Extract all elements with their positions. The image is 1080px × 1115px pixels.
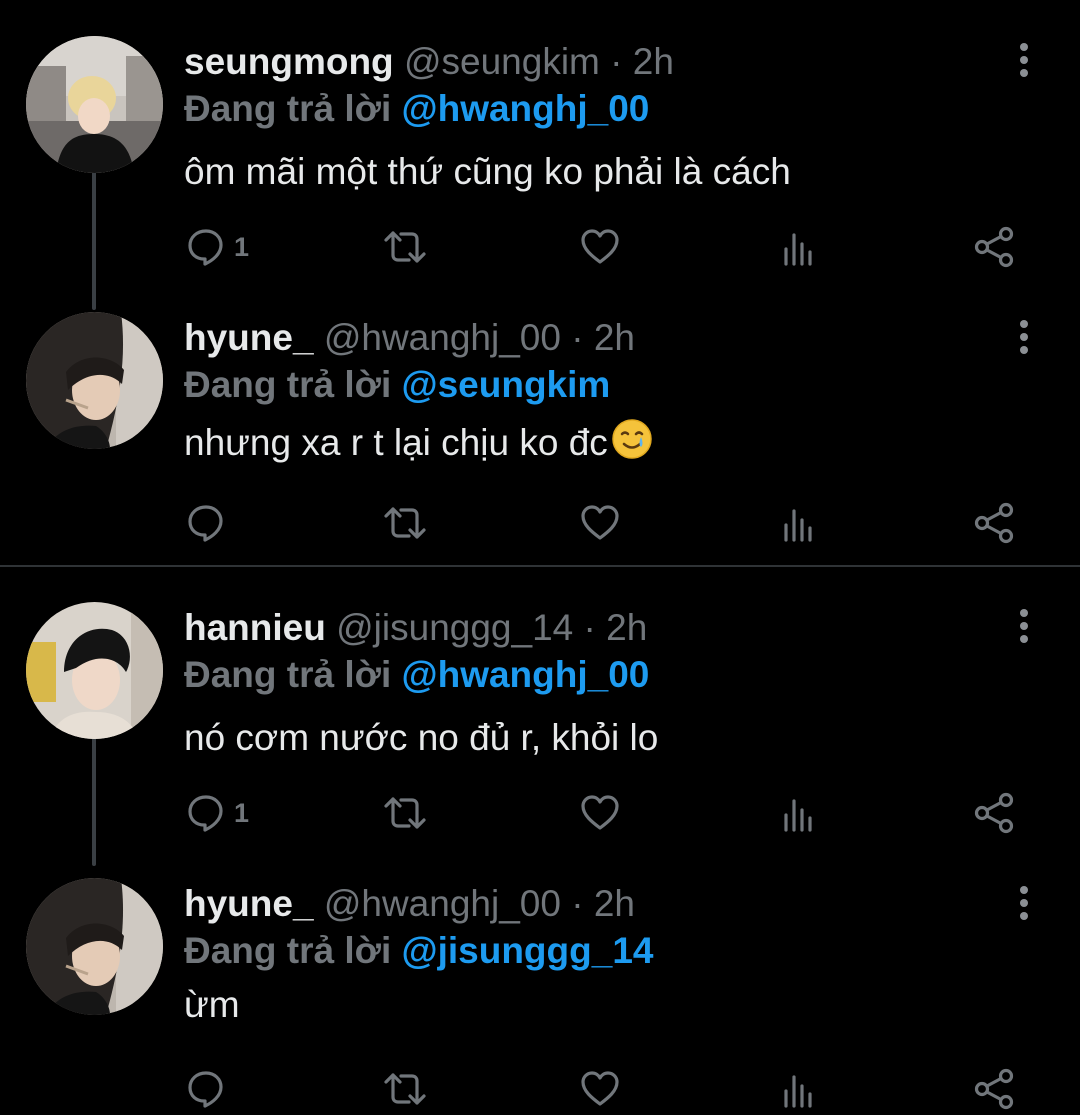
more-vertical-icon <box>1004 40 1044 80</box>
replying-to-label: Đang trả lời <box>184 930 392 971</box>
tweet-text: ôm mãi một thứ cũng ko phải là cách <box>184 151 791 192</box>
retweet-icon <box>382 503 428 543</box>
avatar[interactable] <box>26 602 163 739</box>
like-button[interactable] <box>580 1064 620 1114</box>
handle-and-time: @hwanghj_00 · 2h <box>323 883 635 924</box>
share-button[interactable] <box>972 1064 1016 1114</box>
reply-icon <box>186 1069 226 1109</box>
reply-icon <box>186 227 226 267</box>
more-options-button[interactable] <box>1004 606 1044 646</box>
share-icon <box>972 501 1016 545</box>
tweet-text: nhưng xa r t lại chịu ko đc <box>184 422 608 463</box>
like-icon <box>580 227 620 267</box>
replying-to-label: Đang trả lời <box>184 654 392 695</box>
views-icon <box>778 793 818 833</box>
tweet-actions: 1 <box>0 222 1080 272</box>
handle-and-time: @seungkim · 2h <box>403 41 674 82</box>
retweet-button[interactable] <box>382 1064 428 1114</box>
views-button[interactable] <box>778 498 818 548</box>
reply-mention-link[interactable]: @seungkim <box>402 364 611 405</box>
share-icon <box>972 1067 1016 1111</box>
tweet-actions <box>0 498 1080 548</box>
more-options-button[interactable] <box>1004 317 1044 357</box>
handle-and-time: @jisunggg_14 · 2h <box>336 607 648 648</box>
avatar[interactable] <box>26 878 163 1015</box>
views-icon <box>778 503 818 543</box>
views-button[interactable] <box>778 788 818 838</box>
reply-button[interactable] <box>186 498 234 548</box>
more-options-button[interactable] <box>1004 40 1044 80</box>
tweet[interactable]: seungmong @seungkim · 2h Đang trả lời @h… <box>0 0 1080 290</box>
reply-count: 1 <box>234 231 250 262</box>
display-name[interactable]: hyune_ <box>184 317 314 358</box>
reply-button[interactable] <box>186 1064 234 1114</box>
reply-button[interactable]: 1 <box>186 788 249 838</box>
like-icon <box>580 503 620 543</box>
like-button[interactable] <box>580 498 620 548</box>
like-button[interactable] <box>580 222 620 272</box>
like-icon <box>580 1069 620 1109</box>
display-name[interactable]: hyune_ <box>184 883 314 924</box>
avatar[interactable] <box>26 36 163 173</box>
reply-count: 1 <box>234 797 250 828</box>
share-icon <box>972 791 1016 835</box>
tweet-header: hyune_ @hwanghj_00 · 2h <box>184 316 635 360</box>
reply-mention-link[interactable]: @hwanghj_00 <box>402 88 650 129</box>
reply-icon <box>186 793 226 833</box>
tweet-header: hannieu @jisunggg_14 · 2h <box>184 606 647 650</box>
views-button[interactable] <box>778 1064 818 1114</box>
tweet-actions <box>0 1064 1080 1114</box>
replying-to: Đang trả lời @jisunggg_14 <box>184 929 653 973</box>
views-icon <box>778 1069 818 1109</box>
tweet[interactable]: hyune_ @hwanghj_00 · 2h Đang trả lời @ji… <box>0 856 1080 1115</box>
smiling-face-with-tear-icon <box>610 417 654 461</box>
handle-and-time: @hwanghj_00 · 2h <box>323 317 635 358</box>
views-button[interactable] <box>778 222 818 272</box>
reply-icon <box>186 503 226 543</box>
tweet[interactable]: hannieu @jisunggg_14 · 2h Đang trả lời @… <box>0 566 1080 856</box>
reply-mention-link[interactable]: @hwanghj_00 <box>402 654 650 695</box>
tweet-text: nó cơm nước no đủ r, khỏi lo <box>184 717 659 758</box>
share-button[interactable] <box>972 222 1016 272</box>
like-icon <box>580 793 620 833</box>
avatar[interactable] <box>26 312 163 449</box>
views-icon <box>778 227 818 267</box>
display-name[interactable]: seungmong <box>184 41 394 82</box>
retweet-icon <box>382 1069 428 1109</box>
retweet-button[interactable] <box>382 222 428 272</box>
tweet-header: seungmong @seungkim · 2h <box>184 40 674 84</box>
more-vertical-icon <box>1004 606 1044 646</box>
more-options-button[interactable] <box>1004 883 1044 923</box>
retweet-icon <box>382 227 428 267</box>
reply-mention-link[interactable]: @jisunggg_14 <box>402 930 654 971</box>
tweet[interactable]: hyune_ @hwanghj_00 · 2h Đang trả lời @se… <box>0 290 1080 566</box>
like-button[interactable] <box>580 788 620 838</box>
share-button[interactable] <box>972 498 1016 548</box>
replying-to: Đang trả lời @seungkim <box>184 363 610 407</box>
tweet-actions: 1 <box>0 788 1080 838</box>
replying-to-label: Đang trả lời <box>184 364 392 405</box>
more-vertical-icon <box>1004 883 1044 923</box>
retweet-button[interactable] <box>382 498 428 548</box>
more-vertical-icon <box>1004 317 1044 357</box>
replying-to: Đang trả lời @hwanghj_00 <box>184 87 649 131</box>
retweet-button[interactable] <box>382 788 428 838</box>
tweet-text-container: nhưng xa r t lại chịu ko đc <box>184 417 654 465</box>
share-icon <box>972 225 1016 269</box>
share-button[interactable] <box>972 788 1016 838</box>
tweet-text: ừm <box>184 984 240 1025</box>
retweet-icon <box>382 793 428 833</box>
replying-to-label: Đang trả lời <box>184 88 392 129</box>
replying-to: Đang trả lời @hwanghj_00 <box>184 653 649 697</box>
tweet-header: hyune_ @hwanghj_00 · 2h <box>184 882 635 926</box>
display-name[interactable]: hannieu <box>184 607 326 648</box>
reply-button[interactable]: 1 <box>186 222 249 272</box>
